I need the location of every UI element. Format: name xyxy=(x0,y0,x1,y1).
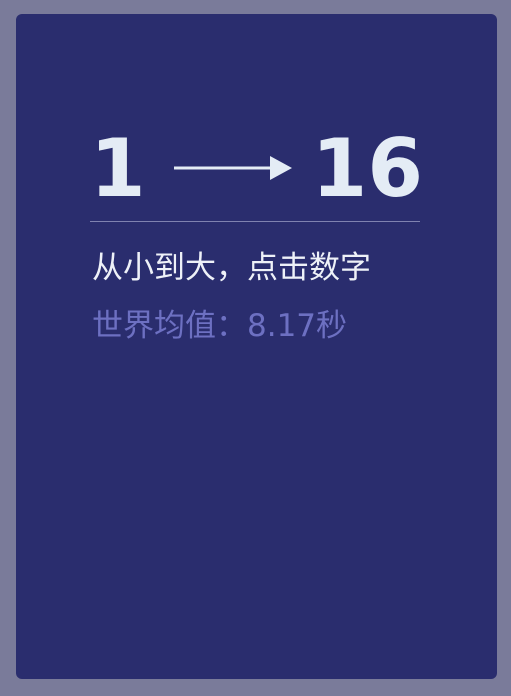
title-divider xyxy=(90,221,420,222)
range-to-number: 16 xyxy=(311,122,423,215)
record-label: 世界均值： xyxy=(92,308,247,344)
start-card[interactable]: 1 16 从小到大，点击数字 世界均值：8.17秒 xyxy=(16,14,497,679)
range-from-number: 1 xyxy=(90,122,146,215)
world-average-record: 世界均值：8.17秒 xyxy=(92,306,432,346)
record-value: 8.17秒 xyxy=(247,308,348,344)
range-title: 1 16 xyxy=(90,119,423,219)
right-arrow-icon xyxy=(174,156,292,180)
app-frame: 1 16 从小到大，点击数字 世界均值：8.17秒 xyxy=(0,0,511,696)
instruction-text: 从小到大，点击数字 xyxy=(92,250,371,286)
